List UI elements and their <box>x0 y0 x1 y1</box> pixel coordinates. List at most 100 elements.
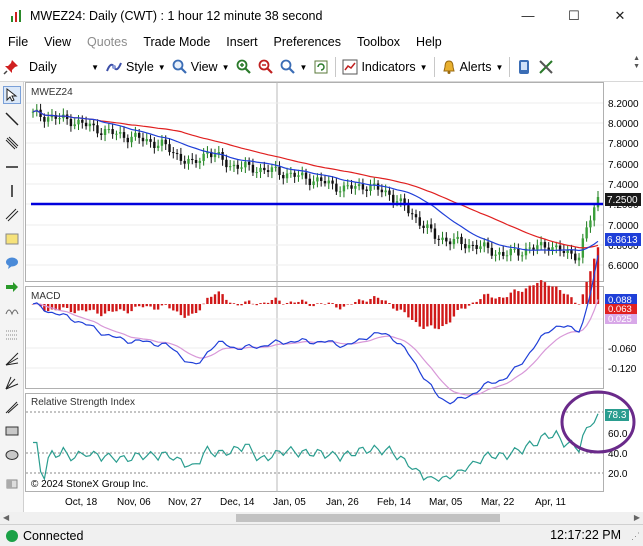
indicators-dropdown[interactable]: Indicators ▼ <box>339 55 430 79</box>
trendline-tool[interactable] <box>3 110 21 128</box>
arrow-tool[interactable] <box>3 278 21 296</box>
zoom-in-icon <box>236 59 251 74</box>
candle-body <box>141 137 145 142</box>
arrow-right-icon <box>6 282 18 292</box>
resize-grip-icon[interactable]: ⋰ <box>631 531 640 542</box>
macd-histogram-bar <box>467 304 471 306</box>
macd-histogram-bar <box>331 303 334 304</box>
candle-body <box>483 242 486 247</box>
alerts-label: Alerts <box>459 60 492 74</box>
candle-body <box>111 129 114 135</box>
style-dropdown[interactable]: Style ▼ <box>102 55 169 79</box>
view-dropdown[interactable]: View ▼ <box>169 55 233 79</box>
macd-histogram-bar <box>543 282 547 304</box>
indicators-label: Indicators <box>361 60 416 74</box>
candle-body <box>228 166 232 168</box>
menu-view[interactable]: View <box>36 31 79 53</box>
scrollbar-thumb[interactable] <box>236 514 500 522</box>
candle-body <box>194 160 198 163</box>
menu-insert[interactable]: Insert <box>218 31 265 53</box>
cursor-icon <box>6 88 18 102</box>
macd-histogram-bar <box>395 304 399 311</box>
speed-lines-tool[interactable] <box>3 350 21 368</box>
candle-body <box>414 214 418 218</box>
minimize-button[interactable]: — <box>505 0 551 31</box>
macd-histogram-bar <box>350 304 353 305</box>
rsi-panel-title: Relative Strength Index <box>31 397 135 408</box>
candle-body <box>338 191 342 193</box>
refresh-button[interactable] <box>310 55 332 79</box>
candle-body <box>596 197 600 208</box>
alerts-dropdown[interactable]: Alerts ▼ <box>438 55 507 79</box>
trade-button[interactable] <box>513 55 535 79</box>
trendline-icon <box>5 112 19 126</box>
macd-histogram-bar <box>407 304 410 318</box>
horizontal-line-icon <box>6 166 18 168</box>
candle-body <box>103 129 107 135</box>
price-chart[interactable]: 8.2000 8.0000 7.8000 7.6000 7.4000 7.200… <box>25 82 643 512</box>
eraser-tool[interactable] <box>3 474 21 492</box>
style-label: Style <box>126 60 154 74</box>
menu-file[interactable]: File <box>0 31 36 53</box>
macd-histogram-bar <box>475 301 478 304</box>
candle-body <box>429 224 433 229</box>
parallel-lines-tool[interactable] <box>3 206 21 224</box>
price-panel-title: MWEZ24 <box>31 87 73 98</box>
menu-trade-mode[interactable]: Trade Mode <box>135 31 218 53</box>
text-tool[interactable] <box>3 230 21 248</box>
macd-histogram-bar <box>513 289 516 304</box>
horizontal-scrollbar[interactable]: ◀ ▶ <box>0 512 643 524</box>
fibonacci-tool[interactable] <box>3 326 21 344</box>
macd-histogram-bar <box>191 304 194 314</box>
cycle-tool[interactable] <box>3 302 21 320</box>
zoom-dropdown[interactable]: ▼ <box>277 55 311 79</box>
menu-toolbox[interactable]: Toolbox <box>349 31 408 53</box>
menu-quotes[interactable]: Quotes <box>79 31 135 53</box>
pointer-tool[interactable] <box>3 86 21 104</box>
macd-histogram-bar <box>183 304 186 318</box>
interval-dropdown[interactable]: Daily ▼ <box>22 55 102 79</box>
pitchfork-tool[interactable] <box>3 398 21 416</box>
gann-fan-tool[interactable] <box>3 374 21 392</box>
macd-histogram-bar <box>316 303 319 304</box>
macd-histogram-bar <box>301 299 304 304</box>
pin-icon <box>3 60 18 75</box>
candle-body <box>289 172 293 174</box>
comment-tool[interactable] <box>3 254 21 272</box>
window-title: MWEZ24: Daily (CWT) : 1 hour 12 minute 3… <box>30 8 323 23</box>
horizontal-line-tool[interactable] <box>3 158 21 176</box>
scroll-left-icon[interactable]: ◀ <box>3 512 9 524</box>
candle-body <box>73 124 76 127</box>
zoom-in-button[interactable] <box>233 55 255 79</box>
phone-icon <box>519 60 530 74</box>
ellipse-tool[interactable] <box>3 446 21 464</box>
macd-histogram-bar <box>319 303 323 304</box>
tools-button[interactable] <box>535 55 557 79</box>
macd-histogram-bar <box>88 304 92 311</box>
close-button[interactable]: ✕ <box>597 0 643 31</box>
title-bar: MWEZ24: Daily (CWT) : 1 hour 12 minute 3… <box>0 0 643 31</box>
magnifier-icon <box>172 59 187 74</box>
scroll-right-icon[interactable]: ▶ <box>634 512 640 524</box>
macd-histogram-bar <box>338 304 342 310</box>
view-label: View <box>190 60 218 74</box>
toolbar-scroll-arrows[interactable]: ▲ ▼ <box>630 55 643 79</box>
zoom-out-button[interactable] <box>255 55 277 79</box>
macd-histogram-bar <box>179 304 183 316</box>
rectangle-tool[interactable] <box>3 422 21 440</box>
candle-body <box>422 225 425 228</box>
candle-body <box>58 118 61 120</box>
menu-preferences[interactable]: Preferences <box>266 31 349 53</box>
vertical-line-tool[interactable] <box>3 182 21 200</box>
price-axis-label: 7.6000 <box>608 160 639 171</box>
pin-button[interactable] <box>0 55 22 79</box>
chart-area[interactable]: 8.2000 8.0000 7.8000 7.6000 7.4000 7.200… <box>25 82 643 512</box>
menu-help[interactable]: Help <box>408 31 450 53</box>
channel-tool[interactable] <box>3 134 21 152</box>
macd-histogram-bar <box>585 281 588 304</box>
tools-icon <box>539 60 554 74</box>
candle-body <box>426 224 429 228</box>
macd-histogram-bar <box>73 304 76 314</box>
maximize-button[interactable]: ☐ <box>551 0 597 31</box>
candle-body <box>562 251 566 254</box>
